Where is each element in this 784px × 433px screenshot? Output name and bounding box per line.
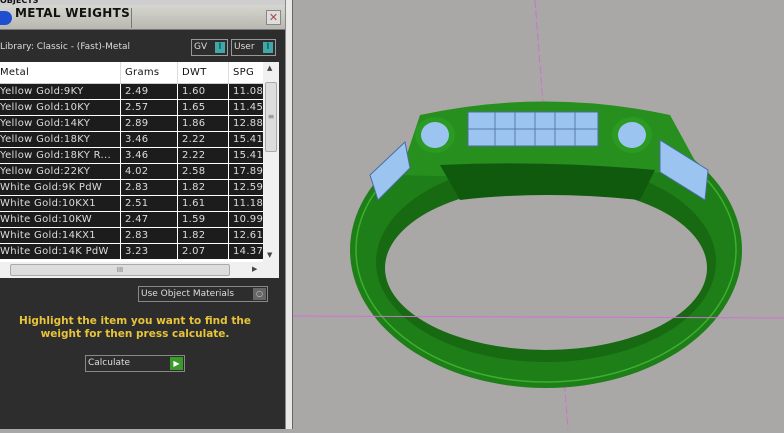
cell-metal: White Gold:10KW [0,212,121,227]
cell-grams: 2.51 [121,196,178,211]
panel-title: METAL WEIGHTS [15,6,131,20]
cell-dwt: 2.22 [178,132,229,147]
cell-metal: Yellow Gold:18KY [0,132,121,147]
cell-dwt: 1.61 [178,196,229,211]
cell-grams: 4.02 [121,164,178,179]
cell-metal: White Gold:14KX1 [0,228,121,243]
table-row[interactable]: Yellow Gold:14KY 2.89 1.86 12.88 [0,116,279,132]
cell-grams: 3.46 [121,132,178,147]
right-round-stone [618,122,646,148]
cell-dwt: 2.07 [178,244,229,259]
use-object-materials-label: Use Object Materials [141,289,235,299]
scroll-down-icon[interactable]: ▼ [267,251,272,259]
cell-dwt: 1.59 [178,212,229,227]
cell-metal: White Gold:9K PdW [0,180,121,195]
cell-dwt: 2.58 [178,164,229,179]
metal-table: Metal Grams DWT SPG Yellow Gold:9KY 2.49 1… [0,62,279,262]
cell-metal: Yellow Gold:9KY [0,84,121,99]
ring-hole [385,186,707,350]
ring-shoulder [440,163,655,200]
table-row[interactable]: Yellow Gold:18KY R... 3.46 2.22 15.41 [0,148,279,164]
cell-dwt: 1.82 [178,228,229,243]
cell-spg: 15.41 [233,150,263,161]
divider [131,8,132,28]
radio-icon: ○ [253,288,266,300]
cell-grams: 3.46 [121,148,178,163]
left-round-stone [421,122,449,148]
column-header-dwt[interactable]: DWT [178,62,229,83]
table-row[interactable]: White Gold:14KX1 2.83 1.82 12.61 [0,228,279,244]
panel-titlebar: METAL WEIGHTS ✕ [0,5,285,30]
vertical-scrollbar[interactable]: ▲ ≡ ▼ [263,62,279,262]
calculate-label: Calculate [88,358,131,368]
cell-dwt: 2.22 [178,148,229,163]
play-icon: ▶ [170,357,183,370]
column-header-grams[interactable]: Grams [121,62,178,83]
cell-spg: 10.99 [233,214,263,225]
instruction-text: Highlight the item you want to find the … [19,315,251,340]
table-header: Metal Grams DWT SPG [0,62,279,84]
table-row[interactable]: White Gold:10KX1 2.51 1.61 11.18 [0,196,279,212]
app-logo-icon [0,11,12,25]
cell-grams: 3.23 [121,244,178,259]
cell-spg: 15.41 [233,134,263,145]
cell-metal: White Gold:14K PdW [0,244,121,259]
cell-metal: Yellow Gold:18KY R... [0,148,121,163]
column-header-spg[interactable]: SPG [229,62,263,83]
gv-label: GV [194,42,208,52]
cell-grams: 2.57 [121,100,178,115]
cell-spg: 12.88 [233,118,263,129]
column-header-metal[interactable]: Metal [0,62,121,83]
table-row[interactable]: Yellow Gold:18KY 3.46 2.22 15.41 [0,132,279,148]
cell-spg: 14.37 [233,246,263,257]
toggle-icon: I [215,42,225,53]
horizontal-scrollbar[interactable]: III ▶ [0,262,279,278]
library-label: Library: Classic - (Fast)-Metal [0,42,131,52]
cell-spg: 11.18 [233,198,263,209]
close-icon[interactable]: ✕ [266,10,281,25]
cell-spg: 11.45 [233,102,263,113]
table-row[interactable]: Yellow Gold:10KY 2.57 1.65 11.45 [0,100,279,116]
cell-grams: 2.47 [121,212,178,227]
table-row[interactable]: Yellow Gold:22KY 4.02 2.58 17.89 [0,164,279,180]
scroll-thumb[interactable]: ≡ [265,82,277,152]
metal-weights-panel: OBJECTS METAL WEIGHTS ✕ Library: Classic… [0,0,285,429]
cell-metal: Yellow Gold:14KY [0,116,121,131]
table-row[interactable]: Yellow Gold:9KY 2.49 1.60 11.08 [0,84,279,100]
cell-dwt: 1.86 [178,116,229,131]
table-row[interactable]: White Gold:14K PdW 3.23 2.07 14.37 [0,244,279,260]
cell-spg: 12.61 [233,230,263,241]
cell-dwt: 1.60 [178,84,229,99]
cell-dwt: 1.82 [178,180,229,195]
scroll-thumb[interactable]: III [10,264,230,276]
cell-spg: 17.89 [233,166,263,177]
cell-metal: Yellow Gold:22KY [0,164,121,179]
scroll-right-icon[interactable]: ▶ [252,265,257,273]
user-toggle[interactable]: User I [231,39,276,56]
calculate-button[interactable]: Calculate ▶ [85,355,185,372]
cell-spg: 11.08 [233,86,263,97]
toggle-icon: I [263,42,273,53]
table-row[interactable]: White Gold:9K PdW 2.83 1.82 12.59 [0,180,279,196]
cell-grams: 2.83 [121,180,178,195]
cell-metal: Yellow Gold:10KY [0,100,121,115]
cell-grams: 2.83 [121,228,178,243]
cell-grams: 2.89 [121,116,178,131]
cell-spg: 12.59 [233,182,263,193]
ring-model [292,0,784,430]
cell-dwt: 1.65 [178,100,229,115]
user-label: User [234,42,255,52]
panel-splitter[interactable] [285,0,293,429]
cell-metal: White Gold:10KX1 [0,196,121,211]
table-row[interactable]: White Gold:10KW 2.47 1.59 10.99 [0,212,279,228]
scroll-up-icon[interactable]: ▲ [267,64,272,72]
gv-toggle[interactable]: GV I [191,39,228,56]
3d-viewport[interactable] [292,0,784,430]
cell-grams: 2.49 [121,84,178,99]
use-object-materials-toggle[interactable]: Use Object Materials ○ [138,286,268,302]
